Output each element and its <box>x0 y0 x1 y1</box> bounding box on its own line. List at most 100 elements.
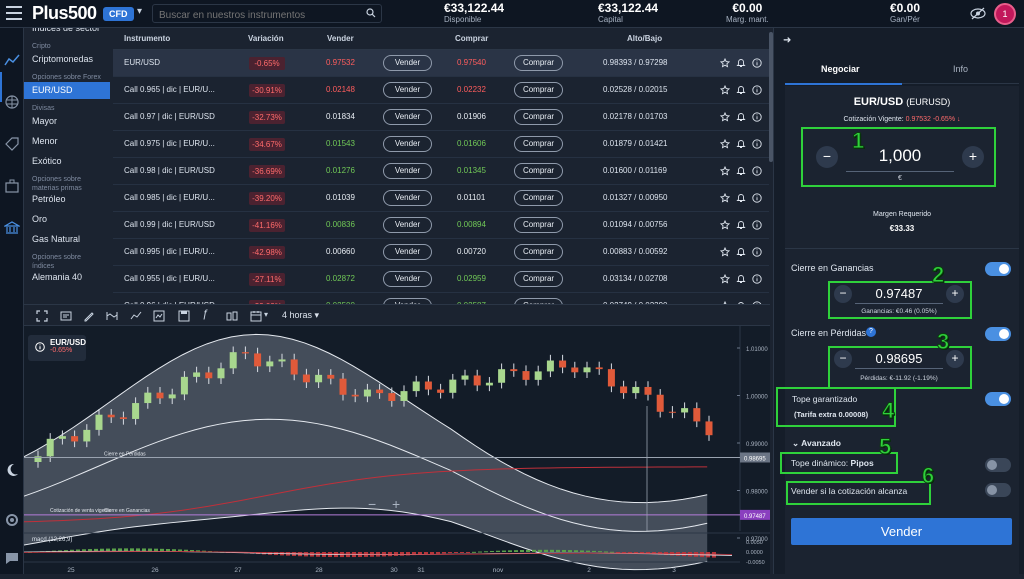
take-profit-value[interactable]: 0.97487 <box>855 286 943 301</box>
compare-icon[interactable] <box>226 310 238 322</box>
arrow-right-icon[interactable]: ➜ <box>783 35 791 46</box>
table-row[interactable]: EUR/USD -0.65% 0.97532 0.97540 0.98393 / 0.9… <box>113 50 769 77</box>
sell-button[interactable]: Vender <box>383 217 432 233</box>
bell-icon[interactable] <box>736 112 746 122</box>
sell-submit-button[interactable]: Vender <box>791 518 1012 545</box>
bell-icon[interactable] <box>736 274 746 284</box>
menu-icon[interactable] <box>6 6 22 20</box>
channel-icon[interactable] <box>106 310 118 322</box>
category-item[interactable]: Menor <box>24 133 110 150</box>
table-row[interactable]: Call 0.955 | dic | EUR/U... -27.11% 0.0287… <box>113 266 769 293</box>
info-icon[interactable] <box>752 85 762 95</box>
sell-button[interactable]: Vender <box>383 82 432 98</box>
screenshot-icon[interactable] <box>60 310 72 322</box>
tag-icon[interactable] <box>4 136 20 152</box>
bell-icon[interactable] <box>736 139 746 149</box>
amount-increase-button[interactable]: + <box>962 146 984 168</box>
category-item[interactable]: Alemania 40 <box>24 269 110 286</box>
table-row[interactable]: Call 0.995 | dic | EUR/U... -42.98% 0.0066… <box>113 239 769 266</box>
table-row[interactable]: Call 0.96 | dic | EUR/USD-29.09%0.025000… <box>113 293 769 304</box>
cfd-badge[interactable]: CFD <box>103 7 134 21</box>
table-row[interactable]: Call 0.98 | dic | EUR/USD -36.69% 0.01276 0… <box>113 158 769 185</box>
search-input[interactable] <box>153 7 381 24</box>
star-icon[interactable] <box>720 139 730 149</box>
take-profit-increase-button[interactable]: + <box>946 285 964 303</box>
category-item[interactable]: Criptomonedas <box>24 51 110 68</box>
buy-button[interactable]: Comprar <box>514 190 563 206</box>
trend-tool-icon[interactable] <box>130 310 142 322</box>
bell-icon[interactable] <box>736 220 746 230</box>
buy-button[interactable]: Comprar <box>514 217 563 233</box>
bell-icon[interactable] <box>736 247 746 257</box>
sell-button[interactable]: Vender <box>383 163 432 179</box>
briefcase-icon[interactable] <box>4 178 20 194</box>
info-icon[interactable] <box>752 112 762 122</box>
buy-button[interactable]: Comprar <box>514 163 563 179</box>
trailing-stop-toggle[interactable] <box>985 458 1011 472</box>
help-icon[interactable]: ? <box>866 327 876 337</box>
chart-icon[interactable] <box>4 52 20 68</box>
search-box[interactable] <box>152 4 382 24</box>
take-profit-decrease-button[interactable]: − <box>834 285 852 303</box>
star-icon[interactable] <box>720 58 730 68</box>
buy-button[interactable]: Comprar <box>514 136 563 152</box>
stop-loss-toggle[interactable] <box>985 327 1011 341</box>
star-icon[interactable] <box>720 166 730 176</box>
buy-button[interactable]: Comprar <box>514 109 563 125</box>
fullscreen-icon[interactable] <box>36 310 48 322</box>
header-instrument[interactable]: Instrumento <box>124 34 170 43</box>
star-icon[interactable] <box>720 220 730 230</box>
info-icon[interactable] <box>752 220 762 230</box>
bell-icon[interactable] <box>736 193 746 203</box>
bell-icon[interactable] <box>736 58 746 68</box>
sell-button[interactable]: Vender <box>383 244 432 260</box>
info-icon[interactable] <box>752 274 762 284</box>
tab-info[interactable]: Info <box>953 64 968 74</box>
stop-loss-value[interactable]: 0.98695 <box>855 351 943 366</box>
buy-button[interactable]: Comprar <box>514 82 563 98</box>
notification-avatar[interactable]: 1 <box>994 3 1016 25</box>
timeframe-select[interactable]: 4 horas ▾ <box>282 310 319 321</box>
bank-icon[interactable] <box>4 220 20 236</box>
category-item[interactable]: Índices de sector <box>24 28 110 37</box>
info-icon[interactable] <box>35 342 45 352</box>
globe-icon[interactable] <box>4 94 20 110</box>
category-item[interactable]: EUR/USD <box>24 82 110 99</box>
sell-button[interactable]: Vender <box>383 190 432 206</box>
bell-icon[interactable] <box>736 85 746 95</box>
sell-button[interactable]: Vender <box>383 271 432 287</box>
sell-button[interactable]: Vender <box>383 136 432 152</box>
calendar-icon[interactable] <box>250 310 262 322</box>
star-icon[interactable] <box>720 274 730 284</box>
info-icon[interactable] <box>752 139 762 149</box>
info-icon[interactable] <box>752 247 762 257</box>
table-row[interactable]: Call 0.975 | dic | EUR/U... -34.67% 0.0154… <box>113 131 769 158</box>
amount-decrease-button[interactable]: − <box>816 146 838 168</box>
indicators-icon[interactable] <box>153 310 165 322</box>
stop-loss-decrease-button[interactable]: − <box>834 350 852 368</box>
sell-if-price-toggle[interactable] <box>985 483 1011 497</box>
function-icon[interactable]: ƒ <box>202 308 214 320</box>
header-change[interactable]: Variación <box>248 34 284 43</box>
table-row[interactable]: Call 0.97 | dic | EUR/USD -32.73% 0.01834 0… <box>113 104 769 131</box>
guaranteed-stop-toggle[interactable] <box>985 392 1011 406</box>
moon-icon[interactable] <box>4 462 20 478</box>
category-item[interactable]: Petróleo <box>24 191 110 208</box>
buy-button[interactable]: Comprar <box>514 271 563 287</box>
pencil-icon[interactable] <box>83 310 95 322</box>
category-item[interactable]: Gas Natural <box>24 231 110 248</box>
search-icon[interactable] <box>366 8 376 18</box>
star-icon[interactable] <box>720 112 730 122</box>
table-row[interactable]: Call 0.99 | dic | EUR/USD -41.16% 0.00836 0… <box>113 212 769 239</box>
bell-icon[interactable] <box>736 166 746 176</box>
buy-button[interactable]: Comprar <box>514 244 563 260</box>
category-item[interactable]: Oro <box>24 211 110 228</box>
category-item[interactable]: Mayor <box>24 113 110 130</box>
chat-icon[interactable] <box>4 550 20 566</box>
info-icon[interactable] <box>752 166 762 176</box>
price-chart[interactable]: 1.01000 1.00000 0.99000 0.98000 0.97000 Cierr… <box>23 326 770 574</box>
eye-off-icon[interactable] <box>970 7 986 20</box>
chevron-down-icon[interactable]: ▾ <box>137 6 142 17</box>
info-icon[interactable] <box>752 193 762 203</box>
save-icon[interactable] <box>178 310 190 322</box>
